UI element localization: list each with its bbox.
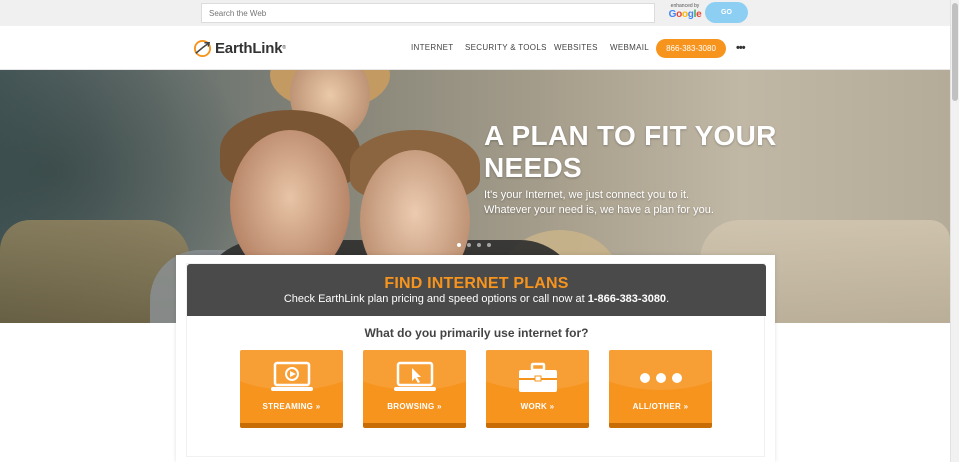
nav-webmail[interactable]: WEBMAIL — [610, 43, 649, 52]
tile-streaming[interactable]: STREAMING » — [240, 350, 343, 428]
hero-subtitle: It's your Internet, we just connect you … — [484, 188, 784, 218]
enhanced-by-google: enhanced by Google — [667, 3, 703, 23]
earthlink-globe-icon — [193, 39, 212, 57]
find-plans-subtitle: Check EarthLink plan pricing and speed o… — [283, 293, 670, 305]
tile-browsing-label: BROWSING » — [387, 402, 442, 411]
carousel-dot-3[interactable] — [477, 243, 481, 247]
monitor-play-icon — [240, 360, 343, 396]
page-scrollbar[interactable] — [950, 0, 959, 462]
usage-question: What do you primarily use internet for? — [364, 326, 589, 340]
hero-title: A PLAN TO FIT YOUR NEEDS — [484, 120, 777, 183]
tile-browsing[interactable]: BROWSING » — [363, 350, 466, 428]
find-plans-card: FIND INTERNET PLANS Check EarthLink plan… — [176, 255, 775, 462]
briefcase-icon — [486, 360, 589, 396]
plans-phone-number[interactable]: 1-866-383-3080 — [588, 293, 666, 305]
logo-wordmark: EarthLink — [215, 39, 283, 57]
carousel-dot-4[interactable] — [487, 243, 491, 247]
carousel-dots — [457, 243, 491, 247]
three-dots-icon — [609, 360, 712, 396]
carousel-dot-1[interactable] — [457, 243, 461, 247]
tile-work-label: WORK » — [520, 402, 555, 411]
tile-all-other-label: ALL/OTHER » — [632, 402, 689, 411]
google-logo: Google — [668, 9, 702, 20]
tile-work[interactable]: WORK » — [486, 350, 589, 428]
earthlink-logo[interactable]: EarthLink ® — [193, 38, 286, 58]
nav-internet[interactable]: INTERNET — [411, 43, 453, 52]
main-nav: EarthLink ® INTERNET SECURITY & TOOLS WEB… — [0, 26, 950, 70]
hero-subtitle-line2: Whatever your need is, we have a plan fo… — [484, 204, 714, 216]
hero-subtitle-line1: It's your Internet, we just connect you … — [484, 189, 690, 201]
find-plans-title: FIND INTERNET PLANS — [384, 275, 569, 292]
nav-websites[interactable]: WEBSITES — [554, 43, 598, 52]
tile-all-other[interactable]: ALL/OTHER » — [609, 350, 712, 428]
phone-number-button[interactable]: 866-383-3080 — [656, 39, 726, 58]
find-plans-banner: FIND INTERNET PLANS Check EarthLink plan… — [187, 264, 766, 316]
go-button[interactable]: GO — [705, 2, 748, 23]
more-menu-icon[interactable]: ••• — [736, 43, 746, 54]
top-search-bar: enhanced by Google GO — [0, 0, 950, 26]
monitor-cursor-icon — [363, 360, 466, 396]
nav-security-tools[interactable]: SECURITY & TOOLS — [465, 43, 547, 52]
scrollbar-thumb[interactable] — [952, 3, 958, 101]
web-search-input[interactable] — [201, 3, 655, 23]
tile-streaming-label: STREAMING » — [262, 402, 321, 411]
carousel-dot-2[interactable] — [467, 243, 471, 247]
